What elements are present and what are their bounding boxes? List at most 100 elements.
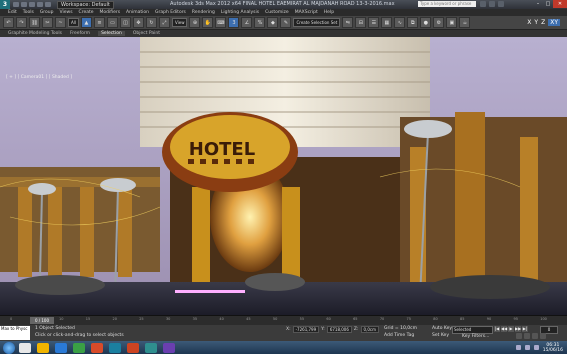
x-coordinate-field[interactable]: -7261,799 bbox=[292, 326, 320, 333]
select-manipulate-icon[interactable]: ✋ bbox=[202, 17, 214, 28]
menu-item[interactable]: Animation bbox=[126, 10, 149, 15]
set-key-button[interactable]: Set Key bbox=[432, 333, 449, 338]
add-time-tag-button[interactable]: Add Time Tag bbox=[384, 333, 414, 338]
taskbar-app-icon[interactable] bbox=[145, 342, 157, 353]
link-icon[interactable]: ⛓ bbox=[29, 17, 40, 28]
volume-icon[interactable] bbox=[524, 345, 530, 350]
axis-z-button[interactable]: Z bbox=[541, 19, 545, 26]
pivot-center-icon[interactable]: ⊕ bbox=[189, 17, 201, 28]
menu-item[interactable]: Customize bbox=[265, 10, 289, 15]
menu-item[interactable]: Help bbox=[324, 10, 334, 15]
menu-item[interactable]: Tools bbox=[23, 10, 34, 15]
angle-snap-icon[interactable]: ∠ bbox=[241, 17, 253, 28]
star-icon[interactable] bbox=[489, 1, 495, 7]
menu-item[interactable]: Edit bbox=[8, 10, 17, 15]
previous-frame-button[interactable]: ◀◀ bbox=[501, 326, 507, 332]
ribbon-tab[interactable]: Graphite Modeling Tools bbox=[8, 31, 62, 36]
redo-button[interactable]: ↷ bbox=[16, 17, 27, 28]
network-icon[interactable] bbox=[515, 345, 521, 350]
menu-item[interactable]: Views bbox=[60, 10, 73, 15]
undo-icon[interactable] bbox=[37, 2, 43, 7]
undo-button[interactable]: ↶ bbox=[3, 17, 14, 28]
menu-item[interactable]: Create bbox=[79, 10, 94, 15]
move-icon[interactable]: ✥ bbox=[132, 17, 144, 28]
rectangle-selection-icon[interactable]: ▭ bbox=[106, 17, 118, 28]
taskbar-app-icon[interactable] bbox=[109, 342, 121, 353]
go-to-start-button[interactable]: |◀ bbox=[494, 326, 500, 332]
percent-snap-icon[interactable]: % bbox=[254, 17, 266, 28]
taskbar-app-icon[interactable] bbox=[37, 342, 49, 353]
edit-named-selection-icon[interactable]: ✎ bbox=[280, 17, 292, 28]
save-file-icon[interactable] bbox=[29, 2, 35, 7]
rendered-frame-icon[interactable]: ▣ bbox=[446, 17, 458, 28]
axis-xy-button[interactable]: XY bbox=[548, 19, 560, 26]
open-file-icon[interactable] bbox=[21, 2, 27, 7]
select-by-name-icon[interactable]: ≡ bbox=[93, 17, 105, 28]
ribbon-tab-active[interactable]: Selection bbox=[98, 31, 125, 36]
unlink-icon[interactable]: ✂ bbox=[42, 17, 53, 28]
taskbar-app-icon[interactable] bbox=[91, 342, 103, 353]
selection-filter-dropdown[interactable]: All bbox=[68, 18, 79, 27]
scale-icon[interactable]: ⤢ bbox=[158, 17, 170, 28]
time-slider[interactable]: 0 / 100 bbox=[30, 317, 54, 324]
key-filters-button[interactable]: Key Filters... bbox=[462, 334, 489, 339]
menu-item[interactable]: Group bbox=[40, 10, 54, 15]
material-editor-icon[interactable]: ● bbox=[420, 17, 432, 28]
ribbon-tab[interactable]: Object Paint bbox=[133, 31, 160, 36]
app-menu-icon[interactable]: 3 bbox=[0, 0, 10, 9]
graphite-toggle-icon[interactable]: ▦ bbox=[381, 17, 393, 28]
maximize-viewport-icon[interactable] bbox=[540, 333, 546, 339]
key-selection-dropdown[interactable]: Selected bbox=[452, 326, 493, 334]
go-to-end-button[interactable]: ▶| bbox=[522, 326, 528, 332]
keyboard-shortcut-icon[interactable]: ⌨ bbox=[215, 17, 227, 28]
search-input[interactable]: Type a keyword or phrase bbox=[418, 1, 476, 7]
render-setup-icon[interactable]: ⚙ bbox=[433, 17, 445, 28]
help-icon[interactable] bbox=[498, 1, 504, 7]
auto-key-button[interactable]: Auto Key bbox=[432, 326, 452, 331]
zoom-icon[interactable] bbox=[516, 333, 522, 339]
menu-item[interactable]: Rendering bbox=[192, 10, 215, 15]
window-crossing-icon[interactable]: ◫ bbox=[119, 17, 131, 28]
close-button[interactable]: ✕ bbox=[553, 0, 567, 8]
pan-icon[interactable] bbox=[524, 333, 530, 339]
y-coordinate-field[interactable]: 6718,006 bbox=[326, 326, 352, 333]
snaps-toggle-icon[interactable]: 3 bbox=[228, 17, 240, 28]
axis-y-button[interactable]: Y bbox=[534, 19, 538, 26]
viewport-label[interactable]: [ + ] [ Camera01 ] [ Shaded ] bbox=[6, 75, 72, 80]
start-button[interactable] bbox=[3, 341, 15, 354]
play-button[interactable]: ▶ bbox=[508, 326, 514, 332]
bind-space-warp-icon[interactable]: ~ bbox=[55, 17, 66, 28]
select-object-icon[interactable]: ▲ bbox=[80, 17, 92, 28]
menu-item[interactable]: Graph Editors bbox=[155, 10, 186, 15]
binoculars-icon[interactable] bbox=[480, 1, 486, 7]
orbit-icon[interactable] bbox=[532, 333, 538, 339]
taskbar-app-icon[interactable] bbox=[55, 342, 67, 353]
layer-manager-icon[interactable]: ☰ bbox=[368, 17, 380, 28]
menu-item[interactable]: MAXScript bbox=[295, 10, 318, 15]
camera-viewport[interactable]: HOTEL [+] [Camera01] [Shaded] bbox=[0, 37, 567, 315]
redo-icon[interactable] bbox=[45, 2, 51, 7]
menu-item[interactable]: Lighting Analysis bbox=[221, 10, 259, 15]
taskbar-app-icon[interactable] bbox=[163, 342, 175, 353]
taskbar-app-icon[interactable] bbox=[127, 342, 139, 353]
schematic-view-icon[interactable]: ⧉ bbox=[407, 17, 419, 28]
new-file-icon[interactable] bbox=[13, 2, 19, 7]
flag-icon[interactable] bbox=[533, 345, 539, 350]
named-selection-dropdown[interactable]: Create Selection Set bbox=[293, 18, 341, 27]
next-frame-button[interactable]: ▶▶ bbox=[515, 326, 521, 332]
taskbar-app-icon[interactable] bbox=[73, 342, 85, 353]
render-production-icon[interactable]: ☕ bbox=[459, 17, 471, 28]
workspace-dropdown[interactable]: Workspace: Default bbox=[57, 0, 114, 9]
align-icon[interactable]: ⊟ bbox=[355, 17, 367, 28]
z-coordinate-field[interactable]: 0,0cm bbox=[360, 326, 379, 333]
curve-editor-icon[interactable]: ∿ bbox=[394, 17, 406, 28]
clock[interactable]: 06:31 15/06/16 bbox=[543, 343, 563, 353]
ribbon-tab[interactable]: Freeform bbox=[70, 31, 90, 36]
minimize-button[interactable]: – bbox=[533, 0, 543, 8]
mirror-icon[interactable]: ⇋ bbox=[342, 17, 354, 28]
menu-item[interactable]: Modifiers bbox=[100, 10, 121, 15]
rotate-icon[interactable]: ↻ bbox=[145, 17, 157, 28]
taskbar-app-icon[interactable] bbox=[19, 342, 31, 353]
axis-x-button[interactable]: X bbox=[527, 19, 531, 26]
reference-coordinate-dropdown[interactable]: View bbox=[171, 18, 188, 27]
